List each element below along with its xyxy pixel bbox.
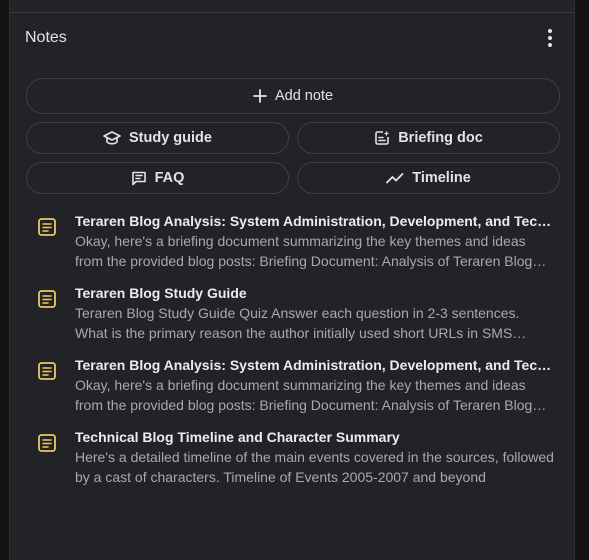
notes-header: Notes	[25, 24, 562, 52]
note-title: Teraren Blog Analysis: System Administra…	[75, 213, 554, 229]
notes-panel: Notes Add note Study guide Briefing doc …	[9, 0, 575, 560]
study-guide-label: Study guide	[129, 130, 212, 146]
note-icon	[37, 211, 61, 242]
note-item[interactable]: Teraren Blog Study Guide Teraren Blog St…	[37, 283, 554, 355]
trend-line-icon	[386, 172, 404, 184]
chat-lines-icon	[131, 170, 147, 186]
note-title: Technical Blog Timeline and Character Su…	[75, 429, 400, 445]
more-vert-icon[interactable]	[538, 24, 562, 52]
timeline-button[interactable]: Timeline	[297, 162, 560, 194]
faq-label: FAQ	[154, 170, 185, 186]
notes-list: Teraren Blog Analysis: System Administra…	[37, 211, 554, 499]
note-snippet: Here's a detailed timeline of the main e…	[75, 449, 554, 485]
study-guide-button[interactable]: Study guide	[26, 122, 289, 154]
note-snippet: Okay, here's a briefing document summari…	[75, 377, 533, 413]
plus-icon	[253, 89, 267, 103]
note-item[interactable]: Technical Blog Timeline and Character Su…	[37, 427, 554, 499]
panel-top-divider	[10, 0, 574, 13]
add-note-button[interactable]: Add note	[26, 78, 560, 114]
briefing-doc-label: Briefing doc	[398, 130, 483, 146]
note-title: Teraren Blog Analysis: System Administra…	[75, 357, 554, 373]
note-item[interactable]: Teraren Blog Analysis: System Administra…	[37, 355, 554, 427]
note-snippet: Teraren Blog Study Guide Quiz Answer eac…	[75, 305, 520, 341]
graduation-cap-icon	[103, 131, 121, 145]
faq-button[interactable]: FAQ	[26, 162, 289, 194]
add-note-label: Add note	[274, 88, 334, 104]
note-snippet: Okay, here's a briefing document summari…	[75, 233, 533, 269]
timeline-label: Timeline	[412, 170, 471, 186]
briefing-doc-button[interactable]: Briefing doc	[297, 122, 560, 154]
note-item[interactable]: Teraren Blog Analysis: System Administra…	[37, 211, 554, 283]
note-icon	[37, 355, 61, 386]
briefing-doc-icon	[374, 130, 390, 146]
panel-title: Notes	[25, 29, 67, 46]
note-icon	[37, 283, 61, 314]
note-icon	[37, 427, 61, 458]
note-title: Teraren Blog Study Guide	[75, 285, 247, 301]
